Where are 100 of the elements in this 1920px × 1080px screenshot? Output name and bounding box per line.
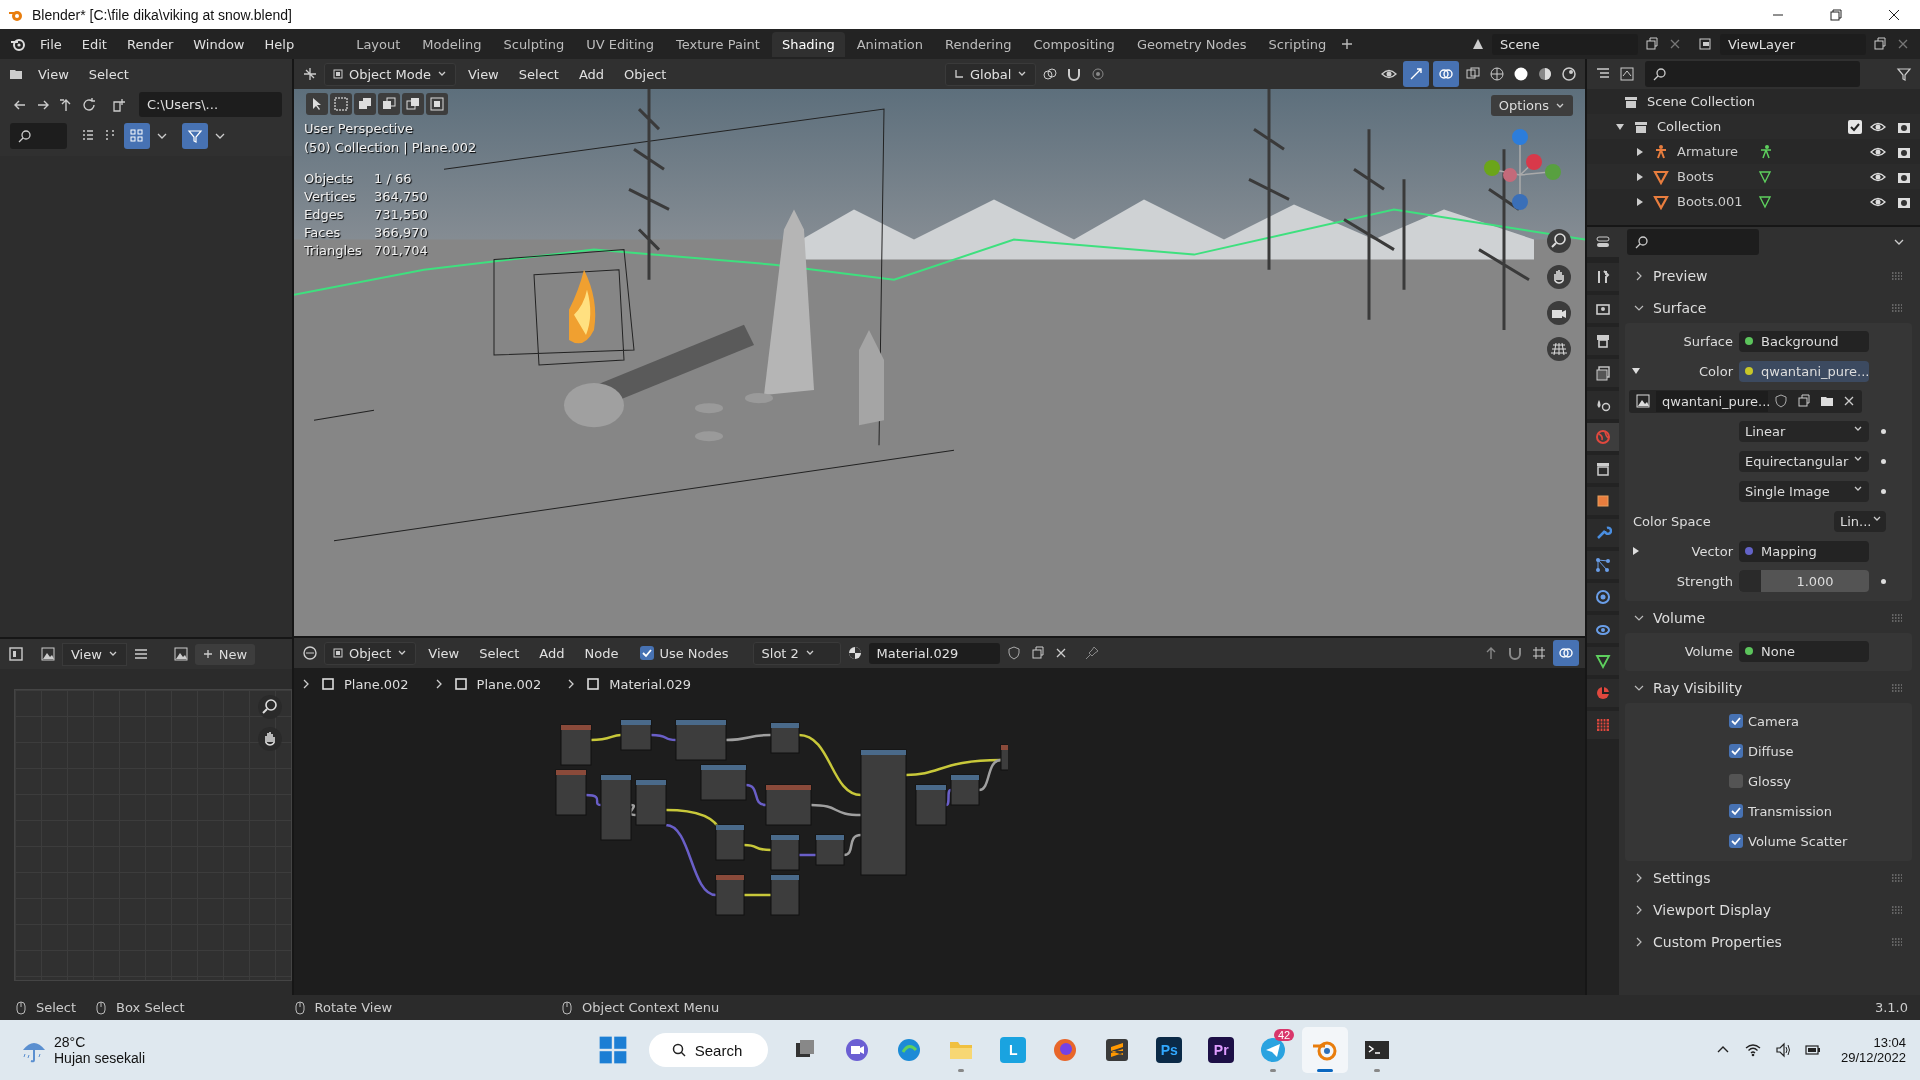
stat-label: Triangles — [304, 243, 363, 258]
checkbox-label: Camera — [1748, 713, 1800, 729]
socket-link-field[interactable]: Mapping — [1739, 540, 1869, 562]
outliner-item[interactable]: Collection — [1657, 119, 1842, 134]
menu-item[interactable]: Select — [471, 642, 528, 664]
visibility-checkbox[interactable]: Camera — [1729, 713, 1800, 729]
panel-header[interactable]: Volume — [1625, 603, 1912, 633]
path-field[interactable]: C:\Users\... — [139, 92, 282, 117]
breadcrumb-item[interactable]: Material.029 — [609, 676, 691, 692]
status-hint: Select — [36, 1000, 77, 1015]
workspace-tab[interactable]: Animation — [846, 31, 933, 57]
breadcrumb-item[interactable]: Plane.002 — [344, 676, 409, 692]
workspace-tab[interactable]: UV Editing — [576, 31, 664, 57]
property-label: Vector — [1690, 543, 1733, 559]
panel-title: Viewport Display — [1653, 902, 1772, 918]
checkbox-label: Use Nodes — [659, 645, 729, 661]
socket-link-field[interactable]: None — [1739, 640, 1869, 662]
clock-time[interactable]: 13:04 — [1873, 1035, 1906, 1050]
view-name: User Perspective — [304, 121, 415, 136]
property-dropdown[interactable]: Linear — [1739, 420, 1869, 442]
stat-value: 366,970 — [374, 225, 429, 240]
status-hint: Box Select — [116, 1000, 185, 1015]
workspace-tab[interactable]: Sculpting — [493, 31, 575, 57]
workspace-tab[interactable]: Geometry Nodes — [1126, 31, 1257, 57]
menu-item[interactable]: Add — [570, 63, 613, 85]
menu-item[interactable]: Render — [118, 33, 182, 55]
panel-header[interactable]: Surface — [1625, 293, 1912, 323]
outliner-item[interactable]: Boots.001 — [1677, 194, 1749, 209]
menu-item[interactable]: Select — [510, 63, 567, 85]
visibility-checkbox[interactable]: Volume Scatter — [1729, 833, 1848, 849]
panel-header[interactable]: Preview — [1625, 261, 1912, 291]
stat-label: Objects — [304, 171, 355, 186]
outliner-item[interactable]: Armature — [1677, 144, 1749, 159]
slot-dropdown[interactable]: Slot 2 — [752, 641, 841, 665]
outliner-item[interactable]: Scene Collection — [1647, 94, 1756, 109]
image-name-field[interactable]: qwantani_pure... — [1656, 390, 1768, 412]
temperature-label: 28°C — [54, 1034, 87, 1050]
weather-label: Hujan sesekali — [54, 1050, 146, 1066]
view-dropdown[interactable]: View — [62, 642, 127, 666]
visibility-checkbox[interactable]: Transmission — [1729, 803, 1832, 819]
panel-header[interactable]: Viewport Display — [1625, 895, 1912, 925]
menu-item[interactable]: Select — [80, 63, 137, 85]
property-label: Volume — [1683, 643, 1733, 659]
material-name-field[interactable]: Material.029 — [868, 642, 1000, 664]
context-label: (50) Collection | Plane.002 — [304, 140, 477, 155]
menu-item[interactable]: Add — [531, 642, 573, 664]
taskbar-app[interactable]: Ps — [1146, 1027, 1193, 1073]
panel-header[interactable]: Custom Properties — [1625, 927, 1912, 957]
workspace-tab[interactable]: Rendering — [935, 31, 1022, 57]
property-dropdown[interactable]: Single Image — [1739, 480, 1869, 502]
shader-type-dropdown[interactable]: Object — [324, 641, 417, 665]
menu-item[interactable]: Window — [185, 33, 253, 55]
breadcrumb-item[interactable]: Plane.002 — [476, 676, 542, 692]
menu-item[interactable]: Edit — [73, 33, 115, 55]
menu-item[interactable]: Help — [256, 33, 303, 55]
property-dropdown[interactable]: Lin... — [1834, 510, 1886, 532]
panel-title: Ray Visibility — [1653, 680, 1744, 696]
panel-title: Settings — [1653, 870, 1712, 886]
workspace-tab[interactable]: Modeling — [412, 31, 492, 57]
menu-item[interactable]: Node — [576, 642, 627, 664]
stat-value: 364,750 — [374, 189, 429, 204]
visibility-checkbox[interactable]: Diffuse — [1729, 743, 1794, 759]
orientation-dropdown[interactable]: Global — [944, 62, 1037, 86]
socket-link-field[interactable]: Background — [1739, 330, 1869, 352]
use-nodes-checkbox[interactable]: Use Nodes — [640, 645, 729, 661]
workspace-tab[interactable]: Compositing — [1023, 31, 1125, 57]
options-dropdown[interactable]: Options — [1490, 95, 1573, 116]
new-image-button[interactable]: New — [194, 643, 256, 665]
workspace-tab[interactable]: Texture Paint — [666, 31, 770, 57]
taskbar-app[interactable]: 42 — [1250, 1027, 1297, 1073]
mode-dropdown[interactable]: Object Mode — [324, 62, 456, 86]
window-title: Blender* [C:\file dika\viking at snow.blend] — [32, 6, 292, 23]
stat-value: 701,704 — [374, 243, 429, 258]
workspace-tab[interactable]: Shading — [771, 31, 845, 57]
menu-item[interactable]: View — [459, 63, 507, 85]
property-dropdown[interactable]: Equirectangular — [1739, 450, 1869, 472]
checkbox-label: Glossy — [1748, 773, 1791, 789]
number-field[interactable]: 1.000 — [1739, 570, 1869, 592]
menu-item[interactable]: Object — [616, 63, 675, 85]
taskbar-app[interactable]: Pr — [1198, 1027, 1245, 1073]
stat-value: 1 / 66 — [374, 171, 413, 186]
outliner-item[interactable]: Boots — [1677, 169, 1749, 184]
workspace-tab[interactable]: Layout — [346, 31, 411, 57]
version-label: 3.1.0 — [1874, 1000, 1908, 1015]
clock-date[interactable]: 29/12/2022 — [1840, 1050, 1906, 1065]
visibility-checkbox[interactable]: Glossy — [1729, 773, 1791, 789]
socket-link-field[interactable]: qwantani_pure... — [1739, 360, 1869, 382]
menu-item[interactable]: View — [420, 642, 468, 664]
menu-item[interactable]: File — [32, 33, 70, 55]
view-layer-field[interactable]: ViewLayer — [1720, 33, 1866, 55]
notification-badge: 42 — [1274, 1029, 1295, 1041]
panel-header[interactable]: Settings — [1625, 863, 1912, 893]
property-label: Color Space — [1632, 513, 1711, 529]
panel-header[interactable]: Ray Visibility — [1625, 673, 1912, 703]
menu-item[interactable]: View — [30, 63, 77, 85]
taskbar-search-field[interactable]: Search — [648, 1033, 769, 1067]
scene-field[interactable]: Scene — [1492, 33, 1638, 55]
property-label: Surface — [1682, 333, 1733, 349]
workspace-tab[interactable]: Scripting — [1258, 31, 1337, 57]
status-hint: Object Context Menu — [582, 1000, 720, 1015]
